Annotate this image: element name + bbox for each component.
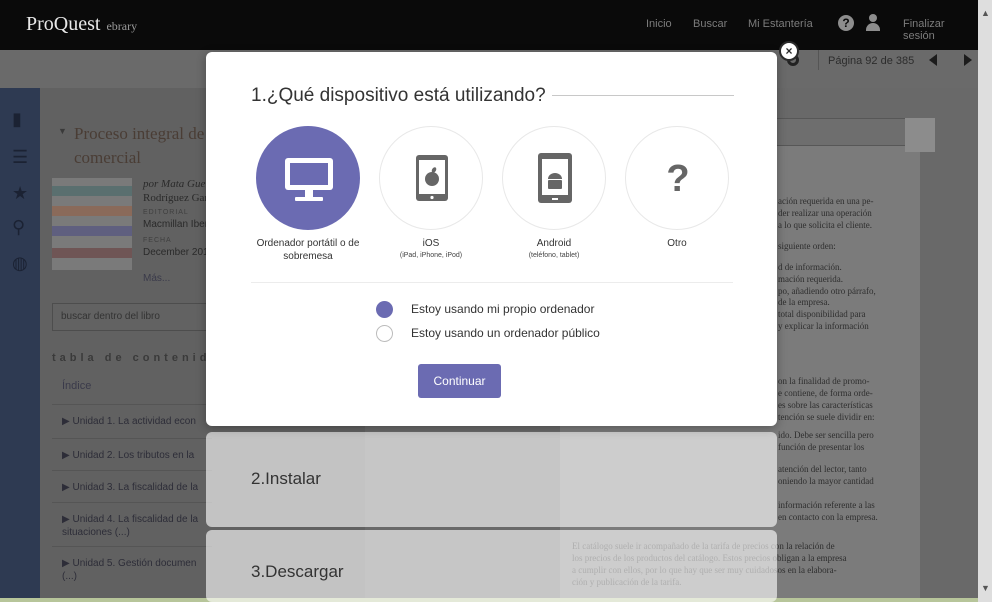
scroll-down-icon[interactable]: ▼ [981,583,990,593]
toc-unit-3[interactable]: ▶ Unidad 3. La fiscalidad de la [52,470,212,502]
device-other-label: Otro [667,238,687,249]
page-text-line: d de información. [778,262,842,272]
device-computer-label: Ordenador portátil o de sobremesa [256,238,360,262]
page-text-line: ación requerida en una pe- [778,196,874,206]
publisher-label: EDITORIAL [143,209,189,216]
toc-unit-4[interactable]: ▶ Unidad 4. La fiscalidad de la situacio… [52,502,212,546]
page-text-line: oniendo la mayor cantidad [778,476,874,486]
device-android-option[interactable] [502,126,606,230]
public-computer-label[interactable]: Estoy usando un ordenador público [411,326,600,340]
question-icon: ? [666,158,690,200]
page-indicator: Página 92 de 385 [828,55,915,67]
toc-icon[interactable]: ☰ [12,148,28,166]
device-ios-option[interactable] [379,126,483,230]
nav-buscar[interactable]: Buscar [693,18,727,30]
book-cover[interactable] [52,178,132,270]
toc-unit-5[interactable]: ▶ Unidad 5. Gestión documen (...) [52,546,212,596]
bookmark-icon[interactable] [905,118,935,152]
book-title: Proceso integral de comercial [74,124,205,167]
device-computer-option[interactable] [256,126,360,230]
collapse-triangle-icon[interactable]: ▼ [58,126,67,136]
page-text-line: función de presentar los [778,442,865,452]
page-text-line: y explicar la información [778,321,869,331]
toc-unit-1[interactable]: ▶ Unidad 1. La actividad econ [52,404,212,438]
scroll-up-icon[interactable]: ▲ [981,8,990,18]
own-computer-label[interactable]: Estoy usando mi propio ordenador [411,302,594,316]
left-rail: ▮ ☰ ★ ⚲ ◍ [0,88,40,602]
device-ios-label: iOS [422,238,440,249]
options-divider [251,282,733,283]
publisher: Macmillan Iberi [143,219,211,230]
close-icon[interactable]: × [779,41,799,61]
device-ios-sublabel: (iPad, iPhone, iPod) [399,252,463,259]
page-text-line: der realizar una operación [778,208,872,218]
page-text-line: información referente a las [778,500,875,510]
public-computer-radio[interactable] [376,325,393,342]
help-icon[interactable]: ? [838,15,854,31]
next-page-icon[interactable] [964,54,972,66]
globe-icon[interactable]: ◍ [12,254,28,272]
page-text-line: po, añadiendo otro párrafo, [778,286,876,296]
page-text-line: atención del lector, tanto [778,464,867,474]
page-text-line: tención se suele dividir en: [778,412,875,422]
step-2-panel[interactable]: 2.Instalar [206,432,777,527]
prev-page-icon[interactable] [929,54,937,66]
toc-unit-2[interactable]: ▶ Unidad 2. Los tributos en la [52,438,212,470]
step-1-title: 1.¿Qué dispositivo está utilizando? [251,85,546,106]
toc-heading: tabla de contenidos [52,352,232,364]
nav-finalizar-sesion[interactable]: Finalizar sesión [903,18,978,42]
step-3-panel[interactable]: 3.Descargar [206,530,777,602]
user-icon[interactable] [865,14,881,32]
search-in-book-input[interactable]: buscar dentro del libro [52,303,212,331]
page-text-line: ido. Debe ser sencilla pero [778,430,874,440]
page-text-line: a lo que solicita el cliente. [778,220,872,230]
device-wizard-dialog: 1.¿Qué dispositivo está utilizando? Orde… [206,52,777,426]
device-other-option[interactable]: ? [625,126,729,230]
scrollbar[interactable] [978,0,992,602]
page-text-line: total disponibilidad para [778,309,866,319]
apple-tablet-icon [416,155,448,201]
book-author-rest: Rodríguez Gar [143,192,209,204]
page-text-line: de la empresa. [778,297,830,307]
date-label: FECHA [143,237,172,244]
brand-logo[interactable]: ProQuest ebrary [26,13,137,36]
page-text-line: mación requerida. [778,274,843,284]
page-text-line: siguiente orden: [778,241,836,251]
step-3-title: 3.Descargar [251,562,344,581]
more-link[interactable]: Más... [143,273,170,284]
device-android-label: Android [536,238,572,249]
device-android-sublabel: (teléfono, tablet) [528,252,580,259]
step-2-title: 2.Instalar [251,469,321,488]
publish-date: December 201 [143,247,209,258]
continue-button[interactable]: Continuar [418,364,501,398]
android-phone-icon [538,153,572,203]
page-search-input[interactable] [775,118,920,146]
top-bar: ProQuest ebrary Inicio Buscar Mi Estanter… [0,0,978,50]
own-computer-radio[interactable] [376,301,393,318]
page-text-line: es sobre las características [778,400,873,410]
nav-inicio[interactable]: Inicio [646,18,672,30]
star-icon[interactable]: ★ [12,184,28,202]
search-icon[interactable]: ⚲ [12,218,25,236]
page-text-line: en contacto con la empresa. [778,512,878,522]
toc-index-link[interactable]: Índice [62,380,91,392]
book-author: por Mata Gue [143,178,206,190]
nav-mi-estanteria[interactable]: Mi Estantería [748,18,813,30]
book-icon[interactable]: ▮ [12,110,22,128]
page-text-line: e contiene, de forma orde- [778,388,873,398]
monitor-icon [285,158,333,201]
title-rule [552,95,734,96]
toolbar-divider [818,50,819,70]
page-text-line: on la finalidad de promo- [778,376,870,386]
